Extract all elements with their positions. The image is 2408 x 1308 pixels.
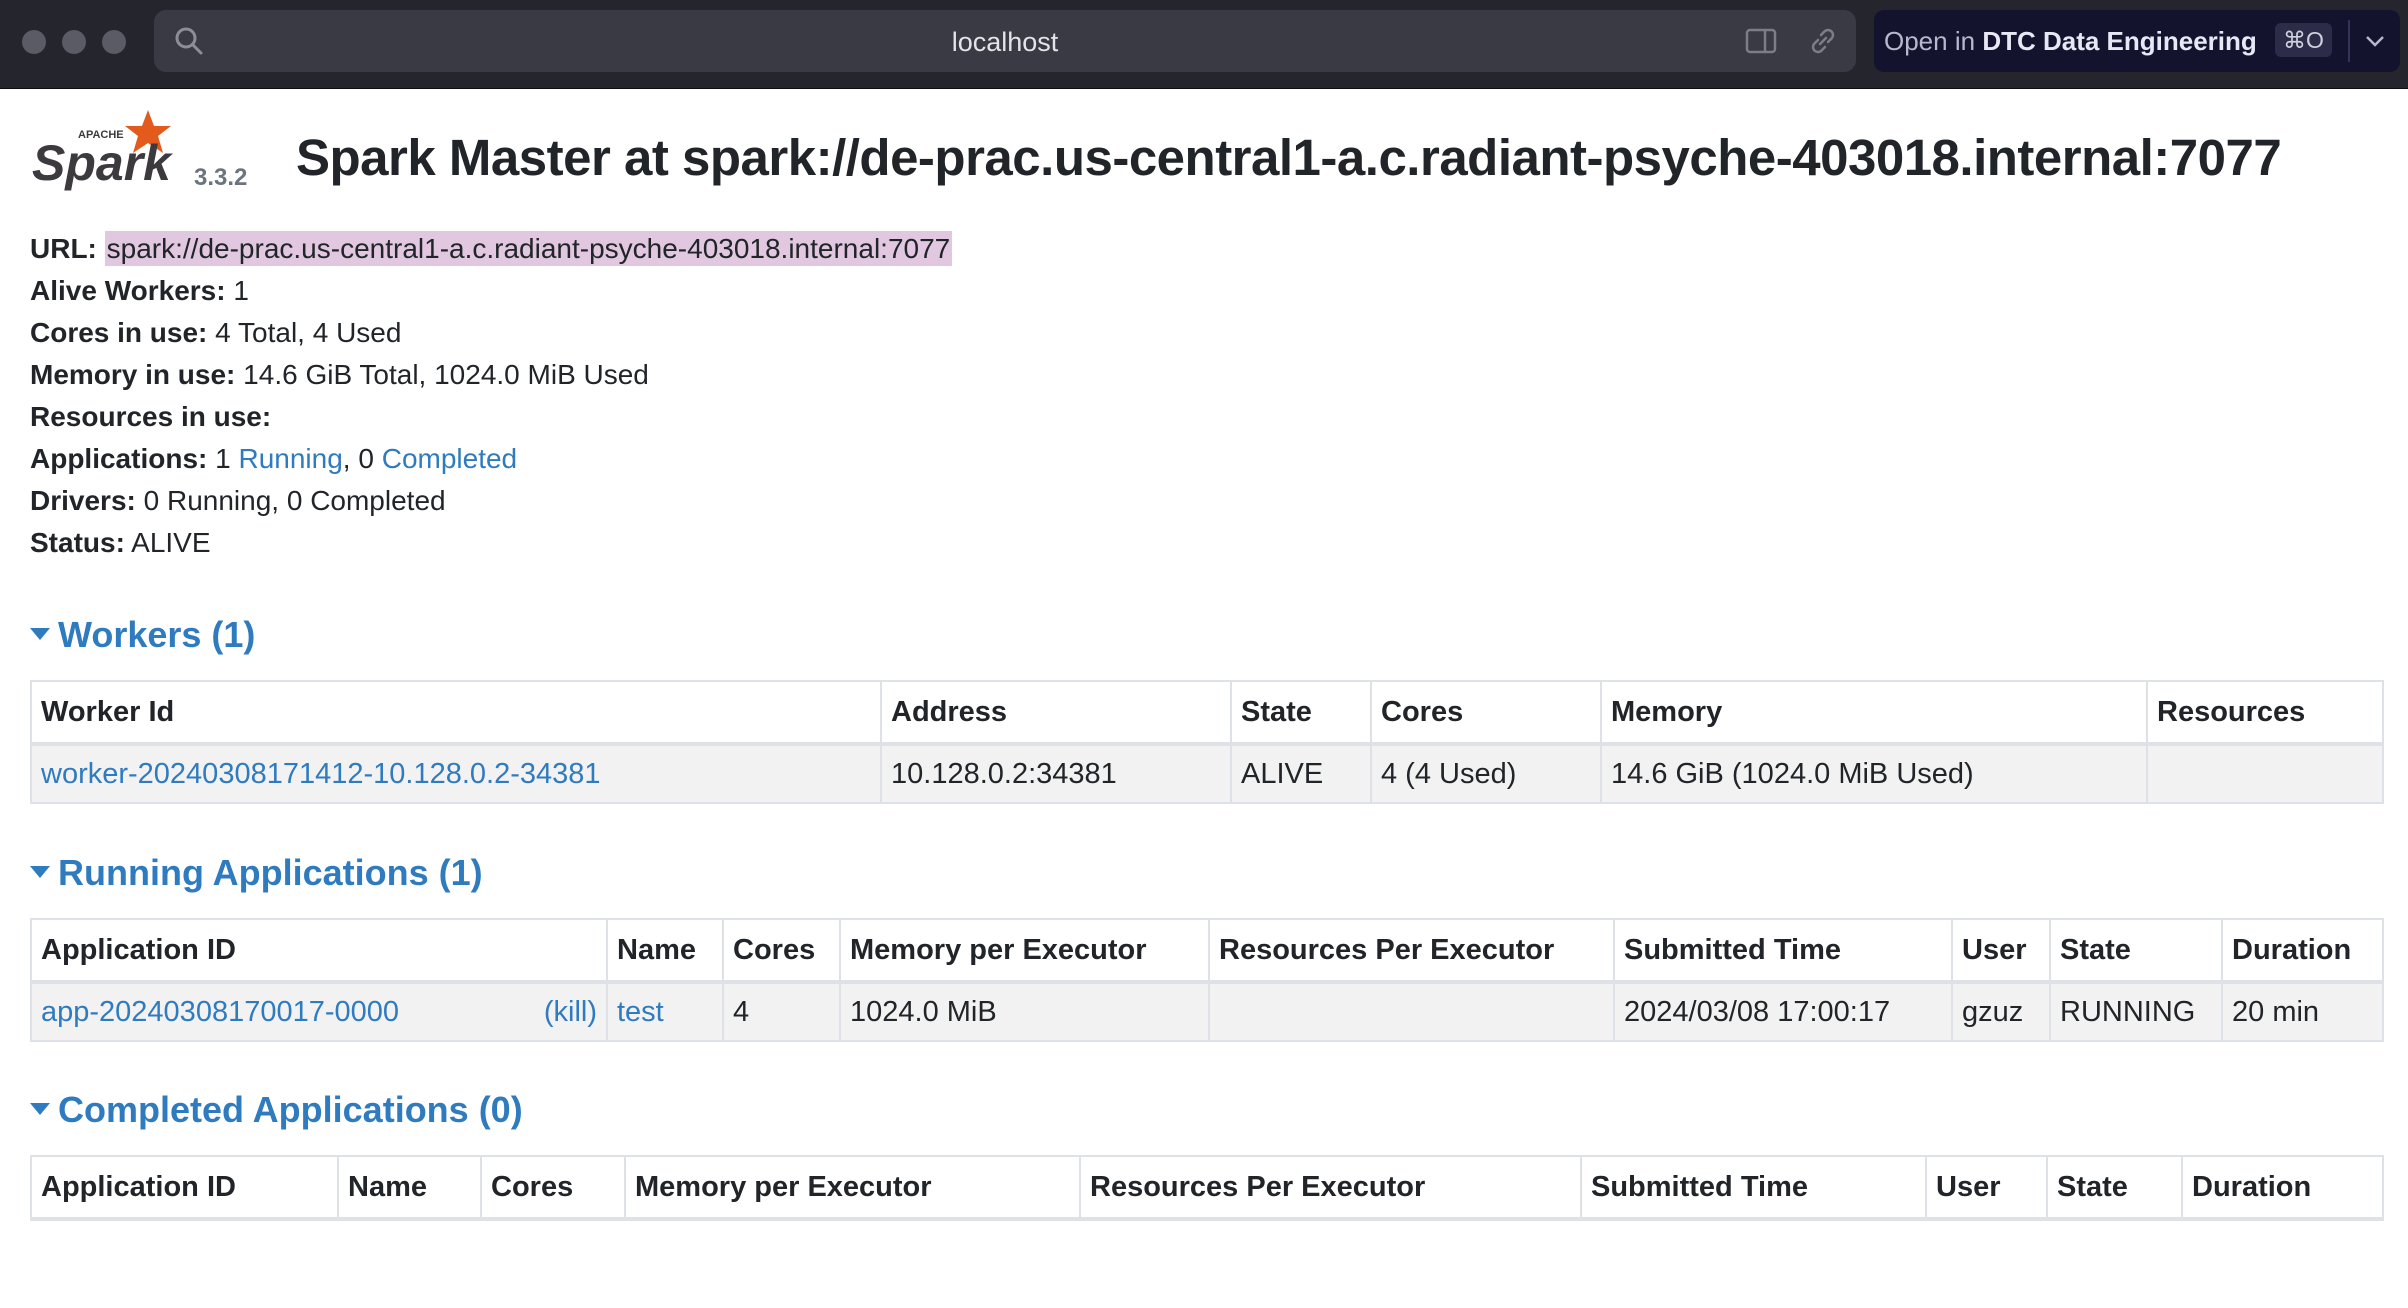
- link-icon[interactable]: [1806, 24, 1840, 58]
- running-apps-table: Application ID Name Cores Memory per Exe…: [30, 918, 2384, 1042]
- app-cores: 4: [722, 981, 841, 1042]
- collapse-triangle-icon: [30, 628, 50, 641]
- summary-resources: Resources in use:: [30, 401, 272, 432]
- col-memory[interactable]: Memory: [1600, 680, 2148, 746]
- worker-cores: 4 (4 Used): [1370, 743, 1602, 804]
- col-submitted-time[interactable]: Submitted Time: [1613, 918, 1953, 984]
- table-header-row: Application ID Name Cores Memory per Exe…: [30, 918, 2384, 984]
- kill-app-link[interactable]: (kill): [544, 996, 597, 1029]
- worker-id-link[interactable]: worker-20240308171412-10.128.0.2-34381: [41, 758, 601, 790]
- address-bar-url: localhost: [951, 27, 1059, 57]
- col-application-id[interactable]: Application ID: [30, 918, 608, 984]
- col-resources[interactable]: Resources: [2146, 680, 2384, 746]
- page-header: APACHE Spark 3.3.2 Spark Master at spark…: [30, 88, 2384, 218]
- app-resources-per-executor: [1208, 981, 1615, 1042]
- completed-apps-link[interactable]: Completed: [382, 443, 517, 474]
- sidebar-toggle-icon[interactable]: [1744, 24, 1778, 58]
- col-cores[interactable]: Cores: [1370, 680, 1602, 746]
- summary-applications: Applications: 1 Running, 0 Completed: [30, 443, 518, 474]
- cluster-summary: URL: spark://de-prac.us-central1-a.c.rad…: [30, 228, 953, 564]
- col-name[interactable]: Name: [337, 1155, 482, 1221]
- col-cores[interactable]: Cores: [480, 1155, 626, 1221]
- col-state[interactable]: State: [1230, 680, 1372, 746]
- col-worker-id[interactable]: Worker Id: [30, 680, 882, 746]
- col-submitted-time[interactable]: Submitted Time: [1580, 1155, 1927, 1221]
- col-duration[interactable]: Duration: [2221, 918, 2384, 984]
- app-submitted-time: 2024/03/08 17:00:17: [1613, 981, 1953, 1042]
- col-memory-per-executor[interactable]: Memory per Executor: [839, 918, 1210, 984]
- running-apps-section-toggle[interactable]: Running Applications (1): [30, 852, 483, 894]
- collapse-triangle-icon: [30, 1103, 50, 1116]
- table-row: app-20240308170017-0000 (kill) test 4 102…: [30, 981, 2384, 1042]
- worker-memory: 14.6 GiB (1024.0 MiB Used): [1600, 743, 2148, 804]
- col-state[interactable]: State: [2046, 1155, 2183, 1221]
- summary-url: URL: spark://de-prac.us-central1-a.c.rad…: [30, 231, 953, 266]
- open-in-app-label: Open in DTC Data Engineering: [1884, 26, 2257, 56]
- summary-drivers: Drivers: 0 Running, 0 Completed: [30, 485, 446, 516]
- table-header-row: Worker Id Address State Cores Memory Res…: [30, 680, 2384, 746]
- col-name[interactable]: Name: [606, 918, 724, 984]
- browser-toolbar: localhost Open in DTC Data Engineering ⌘…: [0, 0, 2408, 89]
- app-user: gzuz: [1951, 981, 2051, 1042]
- shortcut-badge: ⌘O: [2275, 23, 2332, 57]
- app-state: RUNNING: [2049, 981, 2223, 1042]
- col-resources-per-executor[interactable]: Resources Per Executor: [1079, 1155, 1582, 1221]
- col-application-id[interactable]: Application ID: [30, 1155, 339, 1221]
- page-title: Spark Master at spark://de-prac.us-centr…: [296, 129, 2282, 186]
- worker-state: ALIVE: [1230, 743, 1372, 804]
- completed-apps-table: Application ID Name Cores Memory per Exe…: [30, 1155, 2384, 1221]
- workers-section-toggle[interactable]: Workers (1): [30, 614, 255, 656]
- completed-apps-section-toggle[interactable]: Completed Applications (0): [30, 1089, 523, 1131]
- col-duration[interactable]: Duration: [2181, 1155, 2384, 1221]
- application-name-link[interactable]: test: [617, 996, 664, 1028]
- col-state[interactable]: State: [2049, 918, 2223, 984]
- col-cores[interactable]: Cores: [722, 918, 841, 984]
- table-header-row: Application ID Name Cores Memory per Exe…: [30, 1155, 2384, 1221]
- spark-master-page: APACHE Spark 3.3.2 Spark Master at spark…: [30, 88, 2384, 1221]
- col-user[interactable]: User: [1951, 918, 2051, 984]
- app-memory-per-executor: 1024.0 MiB: [839, 981, 1210, 1042]
- svg-text:Spark: Spark: [32, 135, 173, 191]
- worker-address: 10.128.0.2:34381: [880, 743, 1232, 804]
- col-memory-per-executor[interactable]: Memory per Executor: [624, 1155, 1081, 1221]
- window-zoom-button[interactable]: [102, 30, 126, 54]
- workers-table: Worker Id Address State Cores Memory Res…: [30, 680, 2384, 804]
- window-close-button[interactable]: [22, 30, 46, 54]
- address-bar[interactable]: localhost: [154, 10, 1856, 72]
- divider: [2348, 20, 2350, 62]
- spark-version: 3.3.2: [194, 164, 248, 191]
- summary-status: Status: ALIVE: [30, 527, 211, 558]
- summary-alive-workers: Alive Workers: 1: [30, 275, 249, 306]
- col-address[interactable]: Address: [880, 680, 1232, 746]
- collapse-triangle-icon: [30, 866, 50, 879]
- summary-memory: Memory in use: 14.6 GiB Total, 1024.0 Mi…: [30, 359, 649, 390]
- chevron-down-icon[interactable]: [2361, 27, 2389, 55]
- worker-resources: [2146, 743, 2384, 804]
- master-url-value[interactable]: spark://de-prac.us-central1-a.c.radiant-…: [104, 231, 953, 266]
- summary-cores: Cores in use: 4 Total, 4 Used: [30, 317, 402, 348]
- col-resources-per-executor[interactable]: Resources Per Executor: [1208, 918, 1615, 984]
- app-duration: 20 min: [2221, 981, 2384, 1042]
- open-in-app-button[interactable]: Open in DTC Data Engineering ⌘O: [1874, 10, 2400, 72]
- window-minimize-button[interactable]: [62, 30, 86, 54]
- table-row: worker-20240308171412-10.128.0.2-34381 1…: [30, 743, 2384, 804]
- application-id-link[interactable]: app-20240308170017-0000: [41, 996, 399, 1028]
- spark-logo-icon: APACHE Spark: [32, 110, 173, 191]
- col-user[interactable]: User: [1925, 1155, 2048, 1221]
- running-apps-link[interactable]: Running: [238, 443, 342, 474]
